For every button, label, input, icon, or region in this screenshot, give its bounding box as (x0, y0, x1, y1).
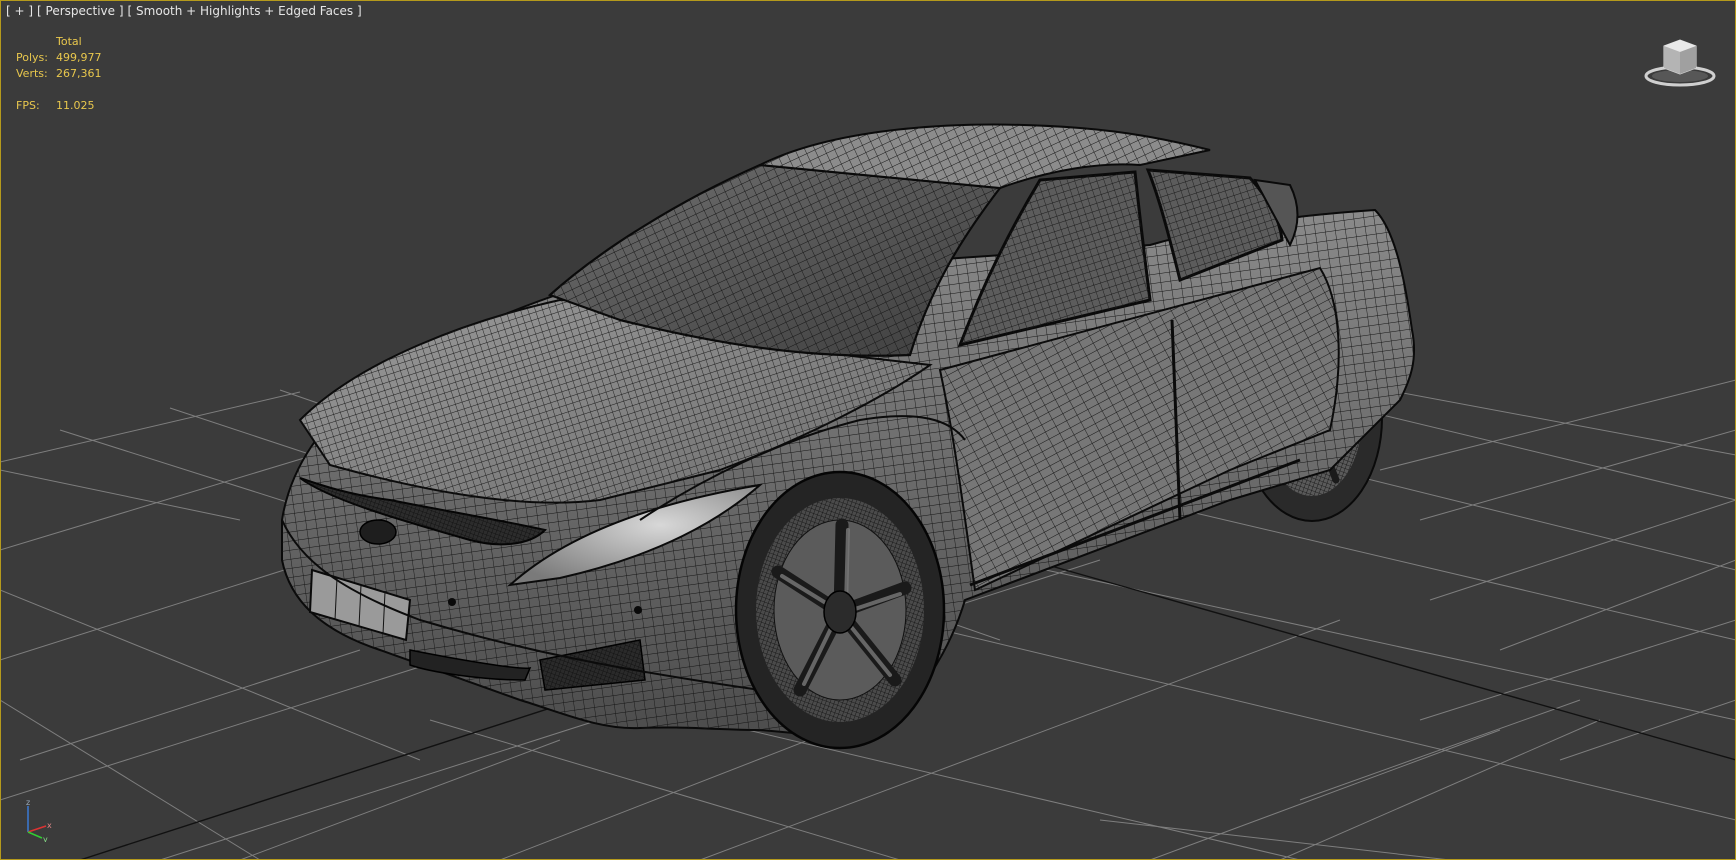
perspective-viewport[interactable]: [ + ] [ Perspective ] [ Smooth + Highlig… (0, 0, 1736, 860)
stats-fps-value: 11.025 (56, 99, 95, 112)
viewcube-icon[interactable] (1640, 34, 1720, 94)
car-mesh[interactable] (281, 123, 1416, 750)
axis-z-label: z (26, 798, 30, 807)
stats-verts-label: Verts: (16, 67, 48, 80)
axis-y-label: y (43, 835, 48, 842)
stats-polys-label: Polys: (16, 51, 48, 64)
viewport-statistics: Total Polys: 499,977 Verts: 267,361 FPS:… (0, 0, 140, 120)
front-wheel[interactable] (734, 470, 946, 750)
viewport-shading-label[interactable]: [ Smooth + Highlights + Edged Faces ] (128, 4, 362, 18)
stats-fps-label: FPS: (16, 99, 40, 112)
axis-x-label: x (47, 821, 52, 830)
stats-verts-value: 267,361 (56, 67, 102, 80)
stats-polys-value: 499,977 (56, 51, 102, 64)
stats-total-header: Total (56, 35, 82, 48)
axis-tripod-icon: z x y (20, 798, 60, 844)
scene-canvas[interactable] (0, 0, 1736, 860)
